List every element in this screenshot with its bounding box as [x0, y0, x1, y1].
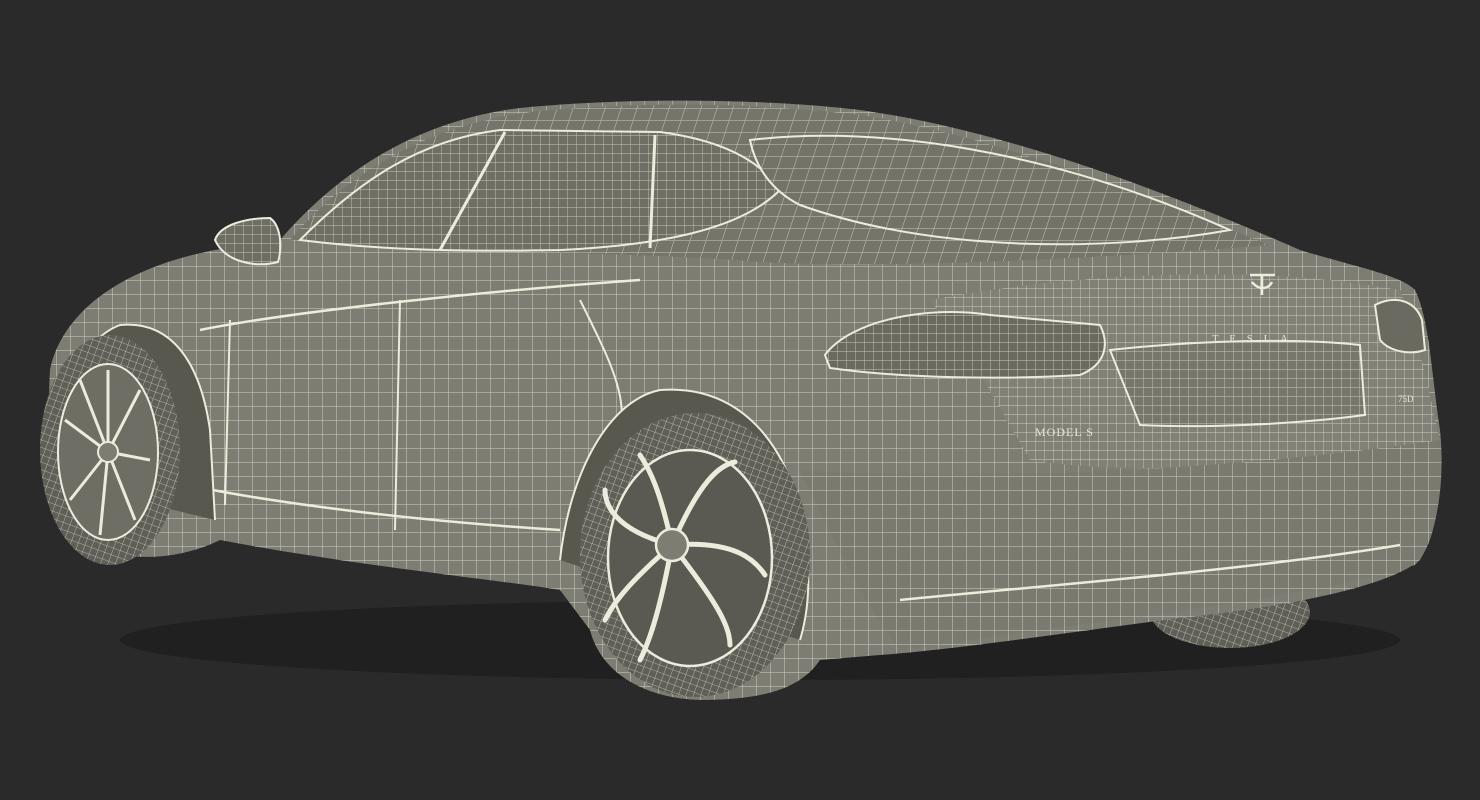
render-viewport: T E S L A MODEL S 75D: [0, 0, 1480, 800]
brand-badge: T E S L A: [1212, 333, 1292, 345]
variant-badge: 75D: [1398, 394, 1414, 404]
model-badge: MODEL S: [1035, 425, 1094, 439]
rear-wheel: [580, 413, 810, 697]
front-wheel: [40, 335, 180, 565]
car-wireframe: T E S L A MODEL S 75D: [40, 100, 1442, 701]
